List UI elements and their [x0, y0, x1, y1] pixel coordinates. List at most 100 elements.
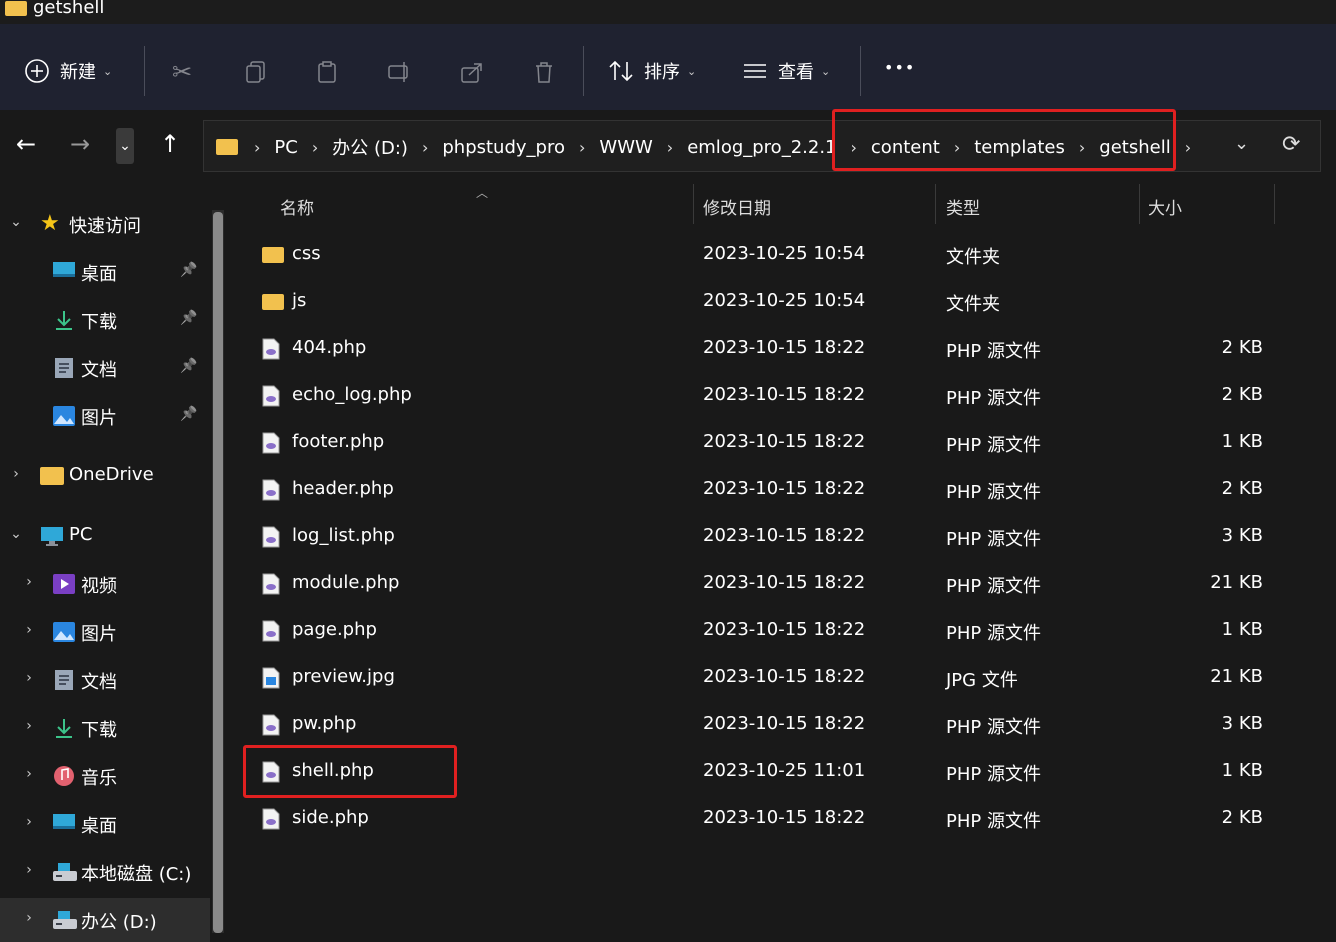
file-row[interactable]: module.php 2023-10-15 18:22 PHP 源文件 21 KB [232, 561, 1336, 608]
file-row[interactable]: echo_log.php 2023-10-15 18:22 PHP 源文件 2 KB [232, 373, 1336, 420]
sidebar-item[interactable]: 文档 📌 [0, 346, 210, 390]
file-row[interactable]: page.php 2023-10-15 18:22 PHP 源文件 1 KB [232, 608, 1336, 655]
view-label: 查看 [778, 62, 814, 83]
sidebar-item[interactable]: 桌面 📌 [0, 250, 210, 294]
new-button[interactable]: 新建 ⌄ [24, 58, 112, 84]
column-header-type[interactable]: 类型 [946, 194, 980, 219]
cut-button[interactable]: ✂ [172, 58, 192, 86]
sidebar-item[interactable]: › 本地磁盘 (C:) [0, 850, 210, 894]
shell-file-highlight-box [243, 745, 457, 798]
breadcrumb-item[interactable]: PC [270, 137, 301, 158]
sidebar-item[interactable]: › 办公 (D:) [0, 898, 210, 942]
divider [860, 46, 861, 96]
file-row[interactable]: css 2023-10-25 10:54 文件夹 [232, 232, 1336, 279]
breadcrumb-item[interactable]: phpstudy_pro [438, 137, 569, 158]
column-header-name[interactable]: 名称 [280, 194, 314, 219]
delete-button[interactable] [532, 60, 556, 84]
file-date: 2023-10-15 18:22 [703, 478, 866, 499]
sidebar-item-label: 快速访问 [69, 216, 141, 237]
column-divider [935, 184, 936, 224]
breadcrumb-item[interactable]: WWW [595, 137, 656, 158]
chevron-right-icon[interactable]: › [19, 862, 39, 878]
sidebar-item[interactable]: › OneDrive [0, 454, 210, 498]
view-button[interactable]: 查看 ⌄ [742, 58, 830, 84]
sidebar-item[interactable]: ⌄ ★ 快速访问 [0, 202, 210, 246]
back-button[interactable]: ← [16, 130, 36, 158]
php-file-icon [262, 573, 284, 595]
file-date: 2023-10-15 18:22 [703, 525, 866, 546]
column-header-date[interactable]: 修改日期 [703, 194, 771, 219]
file-row[interactable]: header.php 2023-10-15 18:22 PHP 源文件 2 KB [232, 467, 1336, 514]
file-name: module.php [292, 572, 400, 593]
sidebar-item[interactable]: 下载 📌 [0, 298, 210, 342]
file-row[interactable]: js 2023-10-25 10:54 文件夹 [232, 279, 1336, 326]
file-row[interactable]: preview.jpg 2023-10-15 18:22 JPG 文件 21 KB [232, 655, 1336, 702]
sidebar-item[interactable]: ⌄ PC [0, 514, 210, 558]
file-size: 1 KB [1221, 431, 1263, 452]
file-size: 2 KB [1221, 807, 1263, 828]
sidebar-item[interactable]: › 文档 [0, 658, 210, 702]
rename-button[interactable] [387, 60, 413, 84]
chevron-right-icon[interactable]: › [6, 466, 26, 482]
breadcrumb-separator-icon[interactable]: › [657, 138, 683, 157]
pc-icon [40, 525, 64, 547]
chevron-down-icon[interactable]: ⌄ [6, 526, 26, 542]
sidebar-item[interactable]: › 音乐 [0, 754, 210, 798]
recent-locations-button[interactable]: ⌄ [116, 128, 134, 164]
sidebar-item[interactable]: › 图片 [0, 610, 210, 654]
address-history-button[interactable]: ⌄ [1234, 133, 1249, 154]
breadcrumb-separator-icon[interactable]: › [302, 138, 328, 157]
chevron-down-icon: ⌄ [1234, 133, 1250, 154]
file-type: PHP 源文件 [946, 529, 1041, 550]
breadcrumb-separator-icon[interactable]: › [244, 138, 270, 157]
sidebar-scrollbar-thumb[interactable] [213, 212, 223, 933]
up-button[interactable]: ↑ [160, 130, 180, 158]
sidebar-item-label: PC [69, 524, 93, 545]
chevron-right-icon[interactable]: › [19, 766, 39, 782]
sort-button[interactable]: 排序 ⌄ [608, 58, 696, 84]
desktop-icon [52, 261, 76, 283]
chevron-right-icon[interactable]: › [19, 622, 39, 638]
breadcrumb-separator-icon[interactable]: › [412, 138, 438, 157]
column-header-size[interactable]: 大小 [1148, 194, 1182, 219]
chevron-right-icon[interactable]: › [19, 574, 39, 590]
refresh-button[interactable]: ⟳ [1282, 132, 1300, 157]
file-row[interactable]: log_list.php 2023-10-15 18:22 PHP 源文件 3 KB [232, 514, 1336, 561]
sidebar-item[interactable]: 图片 📌 [0, 394, 210, 438]
sidebar-item[interactable]: › 视频 [0, 562, 210, 606]
file-date: 2023-10-25 10:54 [703, 290, 866, 311]
chevron-right-icon[interactable]: › [19, 910, 39, 926]
refresh-icon: ⟳ [1282, 132, 1301, 157]
file-name: echo_log.php [292, 384, 412, 405]
share-button[interactable] [460, 60, 484, 84]
chevron-right-icon[interactable]: › [19, 670, 39, 686]
file-type: PHP 源文件 [946, 623, 1041, 644]
chevron-right-icon[interactable]: › [19, 814, 39, 830]
breadcrumb-item[interactable]: 办公 (D:) [328, 134, 412, 160]
chevron-down-icon[interactable]: ⌄ [6, 214, 26, 230]
copy-button[interactable] [245, 60, 267, 84]
trash-icon [536, 62, 552, 83]
sidebar-item-label: 本地磁盘 (C:) [81, 864, 192, 885]
file-name: css [292, 243, 321, 264]
file-row[interactable]: side.php 2023-10-15 18:22 PHP 源文件 2 KB [232, 796, 1336, 843]
column-divider [1139, 184, 1140, 224]
chevron-right-icon[interactable]: › [19, 718, 39, 734]
more-button[interactable]: ••• [884, 58, 915, 77]
breadcrumb-item[interactable]: emlog_pro_2.2.1 [683, 137, 840, 158]
forward-button[interactable]: → [70, 130, 90, 158]
php-file-icon [262, 808, 284, 830]
sidebar-item[interactable]: › 下载 [0, 706, 210, 750]
download-icon [52, 717, 76, 739]
pictures-icon [52, 621, 76, 643]
download-icon [52, 309, 76, 331]
file-row[interactable]: pw.php 2023-10-15 18:22 PHP 源文件 3 KB [232, 702, 1336, 749]
plus-circle-icon [25, 59, 49, 83]
breadcrumb-separator-icon[interactable]: › [1175, 138, 1201, 157]
sidebar-item[interactable]: › 桌面 [0, 802, 210, 846]
paste-button[interactable] [316, 60, 340, 84]
file-row[interactable]: footer.php 2023-10-15 18:22 PHP 源文件 1 KB [232, 420, 1336, 467]
breadcrumb-separator-icon[interactable]: › [569, 138, 595, 157]
file-row[interactable]: 404.php 2023-10-15 18:22 PHP 源文件 2 KB [232, 326, 1336, 373]
chevron-down-icon: ⌄ [103, 64, 113, 78]
